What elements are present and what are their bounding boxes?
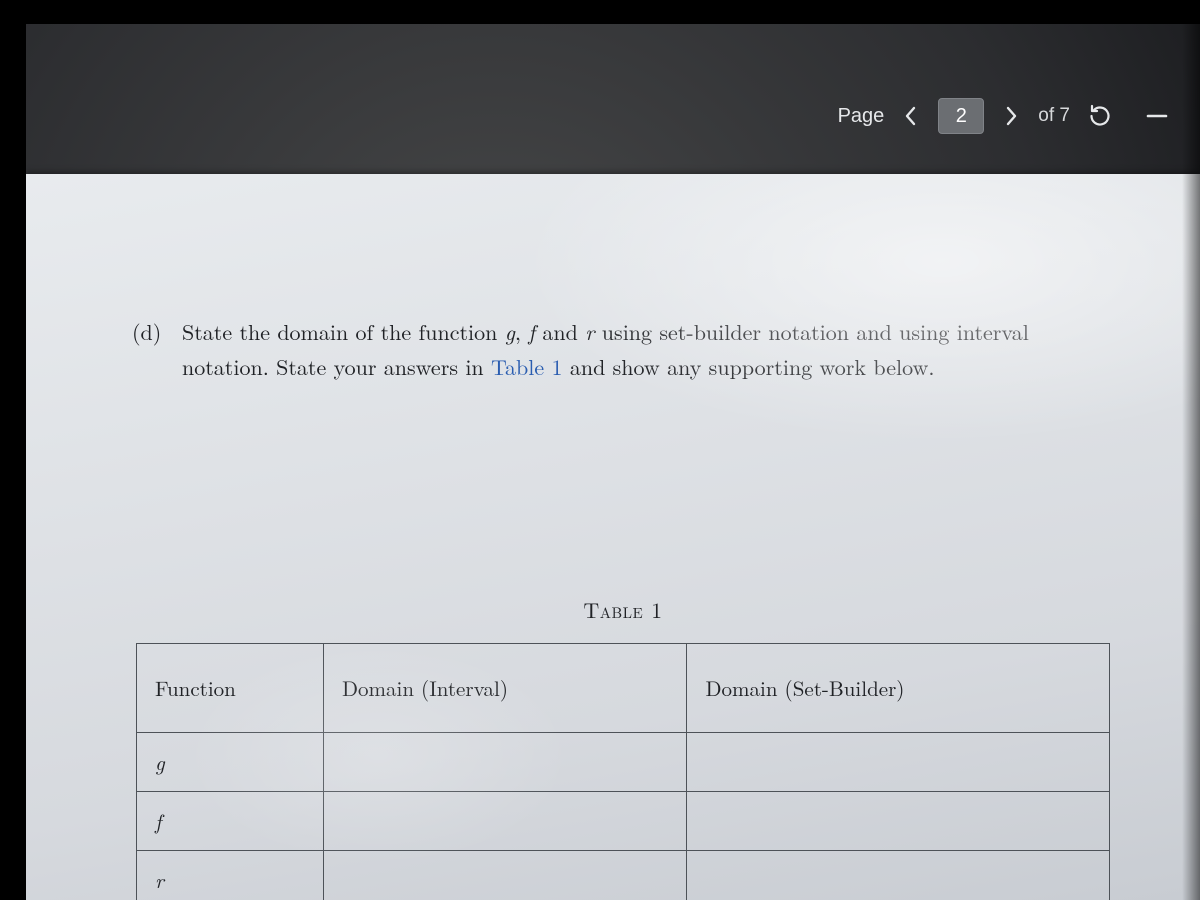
table-caption-text: Table <box>583 594 643 625</box>
question-d: (d) State the domain of the function g, … <box>136 314 1106 384</box>
document-page: (d) State the domain of the function g, … <box>26 174 1200 900</box>
page-total-label: of 7 <box>1038 105 1070 127</box>
page-label: Page <box>838 105 885 128</box>
cell-set <box>687 851 1110 900</box>
col-interval: Domain (Interval) <box>324 644 687 733</box>
col-setbuilder: Domain (Set-Builder) <box>687 644 1110 733</box>
fn-g: g <box>505 316 515 347</box>
table-row: f <box>137 792 1110 851</box>
cell-fn: g <box>137 733 324 792</box>
table-row: r <box>137 851 1110 900</box>
table-row: g <box>137 733 1110 792</box>
cell-set <box>687 792 1110 851</box>
cell-interval <box>324 792 687 851</box>
pdf-toolbar: Page 2 of 7 <box>838 98 1170 134</box>
q-text-3: and show any supporting work below. <box>563 351 935 382</box>
col-function: Function <box>137 644 324 733</box>
prev-page-button[interactable] <box>900 105 922 127</box>
q-sep1: , <box>515 316 528 347</box>
question-label: (d) <box>132 314 161 349</box>
cell-set <box>687 733 1110 792</box>
domain-table: Function Domain (Interval) Domain (Set-B… <box>136 643 1110 900</box>
q-text-1: State the domain of the function <box>182 316 505 347</box>
refresh-button[interactable] <box>1086 102 1114 130</box>
table-header-row: Function Domain (Interval) Domain (Set-B… <box>137 644 1110 733</box>
next-page-button[interactable] <box>1000 105 1022 127</box>
zoom-out-button[interactable] <box>1144 103 1170 129</box>
question-text: State the domain of the function g, f an… <box>182 314 1106 384</box>
screen-root: Page 2 of 7 (d) State the domain of the … <box>0 0 1200 900</box>
cell-interval <box>324 851 687 900</box>
cell-interval <box>324 733 687 792</box>
table-ref-link[interactable]: Table 1 <box>491 351 563 382</box>
table-caption: Table 1 <box>136 594 1110 625</box>
cell-fn: f <box>137 792 324 851</box>
q-and: and <box>535 316 585 347</box>
page-number-input[interactable]: 2 <box>938 98 984 134</box>
table-caption-num: 1 <box>643 594 662 625</box>
cell-fn: r <box>137 851 324 900</box>
